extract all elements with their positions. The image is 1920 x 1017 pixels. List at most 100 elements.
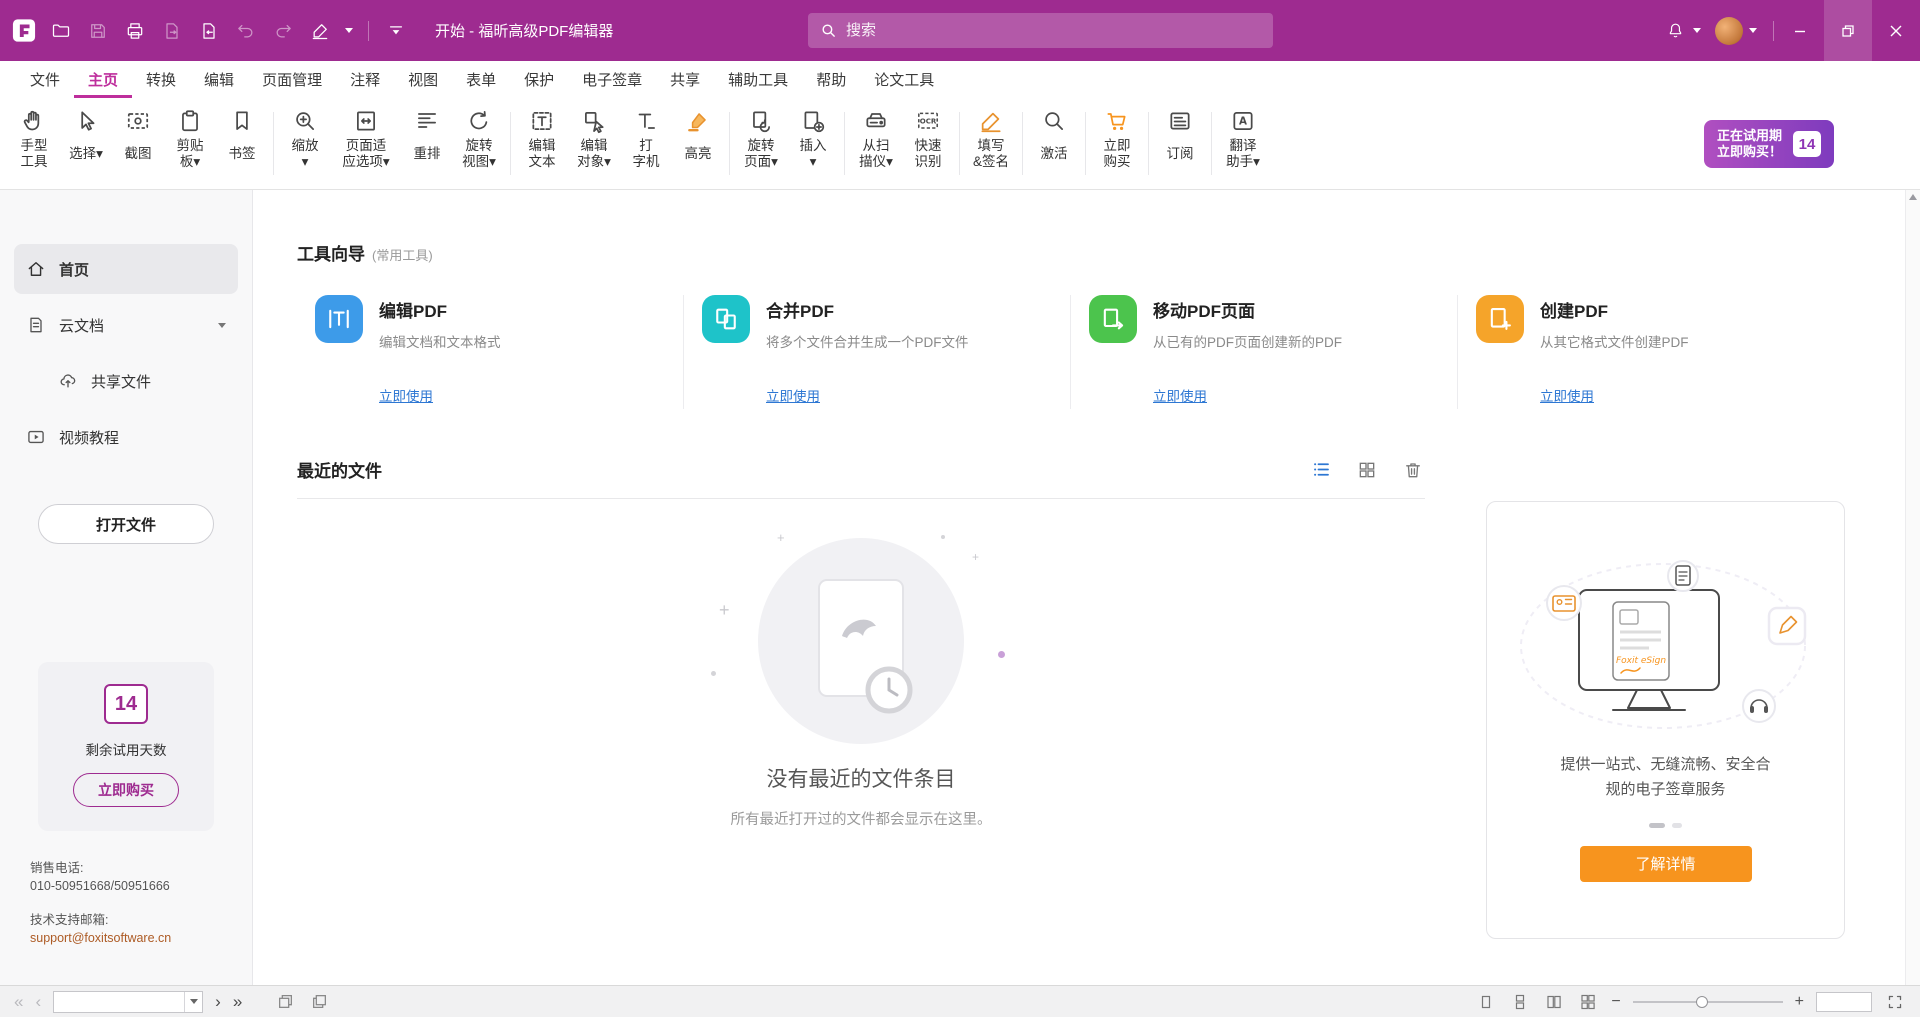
ribbon-tool-from-scanner[interactable]: 从扫描仪▾ (850, 98, 902, 189)
menu-item-file[interactable]: 文件 (16, 61, 74, 98)
next-page-button[interactable]: › (215, 993, 221, 1010)
minimize-button[interactable] (1776, 0, 1824, 61)
carousel-dot[interactable] (1672, 823, 1682, 828)
ribbon-tool-snapshot[interactable]: 截图 (112, 98, 164, 189)
sidebar-item-shared-files[interactable]: 共享文件 (14, 356, 238, 406)
ribbon-tool-edit-text[interactable]: 编辑文本 (516, 98, 568, 189)
ribbon-tool-hand[interactable]: 手型工具 (8, 98, 60, 189)
import-page-icon[interactable] (197, 19, 221, 43)
redo-icon[interactable] (271, 19, 295, 43)
learn-more-button[interactable]: 了解详情 (1580, 846, 1752, 882)
tool-label: 应选项▾ (342, 154, 389, 170)
esign-dropdown-caret[interactable] (345, 28, 353, 33)
continuous-facing-view-icon[interactable] (1577, 991, 1599, 1013)
menu-item-protect[interactable]: 保护 (510, 61, 568, 98)
sidebar-item-home[interactable]: 首页 (14, 244, 238, 294)
menu-item-comment[interactable]: 注释 (336, 61, 394, 98)
ribbon-tool-zoom[interactable]: 缩放▾ (279, 98, 331, 189)
zoom-in-button[interactable]: + (1795, 994, 1804, 1010)
close-button[interactable] (1872, 0, 1920, 61)
scroll-up-arrow[interactable] (1909, 194, 1917, 200)
ribbon-tool-subscribe[interactable]: 订阅 (1154, 98, 1206, 189)
ribbon-tool-quick-ocr[interactable]: OCR 快速识别 (902, 98, 954, 189)
trial-period-badge[interactable]: 正在试用期 立即购买！ 14 (1704, 120, 1834, 168)
save-icon[interactable] (86, 19, 110, 43)
customize-toolbar-icon[interactable] (384, 19, 408, 43)
ribbon-tool-buy-now[interactable]: 立即购买 (1091, 98, 1143, 189)
use-now-link[interactable]: 立即使用 (1540, 385, 1594, 405)
export-page-icon[interactable] (160, 19, 184, 43)
tool-card-merge-pdf[interactable]: 合并PDF 将多个文件合并生成一个PDF文件 立即使用 (684, 295, 1071, 409)
page-number-input[interactable] (54, 995, 184, 1009)
ribbon-tool-page-fit[interactable]: 页面适应选项▾ (331, 98, 401, 189)
bell-dropdown-caret[interactable] (1693, 28, 1701, 33)
support-email-link[interactable]: support@foxitsoftware.cn (30, 929, 252, 947)
ribbon-tool-activate[interactable]: 激活 (1028, 98, 1080, 189)
menu-item-convert[interactable]: 转换 (132, 61, 190, 98)
open-folder-icon[interactable] (49, 19, 73, 43)
ribbon-tool-rotate-pages[interactable]: 旋转页面▾ (735, 98, 787, 189)
delete-recent-icon[interactable] (1401, 458, 1425, 482)
zoom-slider-handle[interactable] (1696, 996, 1708, 1008)
zoom-out-button[interactable]: − (1611, 994, 1620, 1010)
tool-card-edit-pdf[interactable]: 编辑PDF 编辑文档和文本格式 立即使用 (297, 295, 684, 409)
carousel-dot[interactable] (1649, 823, 1665, 828)
grid-view-icon[interactable] (1355, 458, 1379, 482)
use-now-link[interactable]: 立即使用 (1153, 385, 1207, 405)
use-now-link[interactable]: 立即使用 (766, 385, 820, 405)
ribbon-tool-typewriter[interactable]: 打字机 (620, 98, 672, 189)
ribbon-tool-edit-object[interactable]: 编辑对象▾ (568, 98, 620, 189)
page-dropdown[interactable] (184, 992, 202, 1012)
fullscreen-icon[interactable] (1884, 991, 1906, 1013)
last-page-button[interactable]: » (233, 993, 242, 1010)
ribbon-tool-reflow[interactable]: 重排 (401, 98, 453, 189)
cloud-docs-expand-caret[interactable] (218, 323, 226, 328)
menu-item-edit[interactable]: 编辑 (190, 61, 248, 98)
ribbon-tool-insert[interactable]: 插入▾ (787, 98, 839, 189)
first-page-button[interactable]: « (14, 993, 23, 1010)
zoom-value-input[interactable] (1817, 993, 1871, 1011)
user-avatar[interactable] (1715, 17, 1743, 45)
prev-page-button[interactable]: ‹ (35, 993, 41, 1010)
continuous-view-icon[interactable] (1509, 991, 1531, 1013)
list-view-icon[interactable] (1309, 458, 1333, 482)
sidebar-item-video-tutorials[interactable]: 视频教程 (14, 412, 238, 462)
search-input[interactable] (846, 22, 1261, 39)
ribbon-tool-fill-sign[interactable]: 填写&签名 (965, 98, 1017, 189)
notifications-bell-icon[interactable] (1663, 19, 1687, 43)
tool-card-create-pdf[interactable]: 创建PDF 从其它格式文件创建PDF 立即使用 (1458, 295, 1845, 409)
esign-quick-icon[interactable] (308, 19, 332, 43)
use-now-link[interactable]: 立即使用 (379, 385, 433, 405)
menu-item-accessibility[interactable]: 辅助工具 (714, 61, 802, 98)
edit-text-icon (529, 106, 555, 136)
search-box[interactable] (808, 13, 1273, 48)
menu-item-form[interactable]: 表单 (452, 61, 510, 98)
sidebar-item-cloud-docs[interactable]: 云文档 (14, 300, 238, 350)
menu-item-home[interactable]: 主页 (74, 61, 132, 98)
vertical-scrollbar[interactable] (1905, 190, 1920, 985)
menu-item-share[interactable]: 共享 (656, 61, 714, 98)
ribbon-tool-translate-assistant[interactable]: A 翻译助手▾ (1217, 98, 1269, 189)
facing-view-icon[interactable] (1543, 991, 1565, 1013)
ribbon-tool-select[interactable]: 选择▾ (60, 98, 112, 189)
undo-icon[interactable] (234, 19, 258, 43)
ribbon-tool-clipboard[interactable]: 剪贴板▾ (164, 98, 216, 189)
ribbon-tool-rotate-view[interactable]: 旋转视图▾ (453, 98, 505, 189)
menu-item-paper-tools[interactable]: 论文工具 (860, 61, 948, 98)
ribbon-tool-bookmark[interactable]: 书签 (216, 98, 268, 189)
menu-item-page-management[interactable]: 页面管理 (248, 61, 336, 98)
print-icon[interactable] (123, 19, 147, 43)
single-page-view-icon[interactable] (1475, 991, 1497, 1013)
menu-item-view[interactable]: 视图 (394, 61, 452, 98)
account-dropdown-caret[interactable] (1749, 28, 1757, 33)
ribbon-tool-highlight[interactable]: 高亮 (672, 98, 724, 189)
next-view-icon[interactable] (308, 991, 330, 1013)
tool-card-move-pdf-pages[interactable]: 移动PDF页面 从已有的PDF页面创建新的PDF 立即使用 (1071, 295, 1458, 409)
previous-view-icon[interactable] (274, 991, 296, 1013)
menu-item-esign[interactable]: 电子签章 (568, 61, 656, 98)
zoom-slider[interactable] (1633, 995, 1783, 1009)
buy-now-button[interactable]: 立即购买 (73, 773, 179, 807)
restore-button[interactable] (1824, 0, 1872, 61)
open-file-button[interactable]: 打开文件 (38, 504, 214, 544)
menu-item-help[interactable]: 帮助 (802, 61, 860, 98)
